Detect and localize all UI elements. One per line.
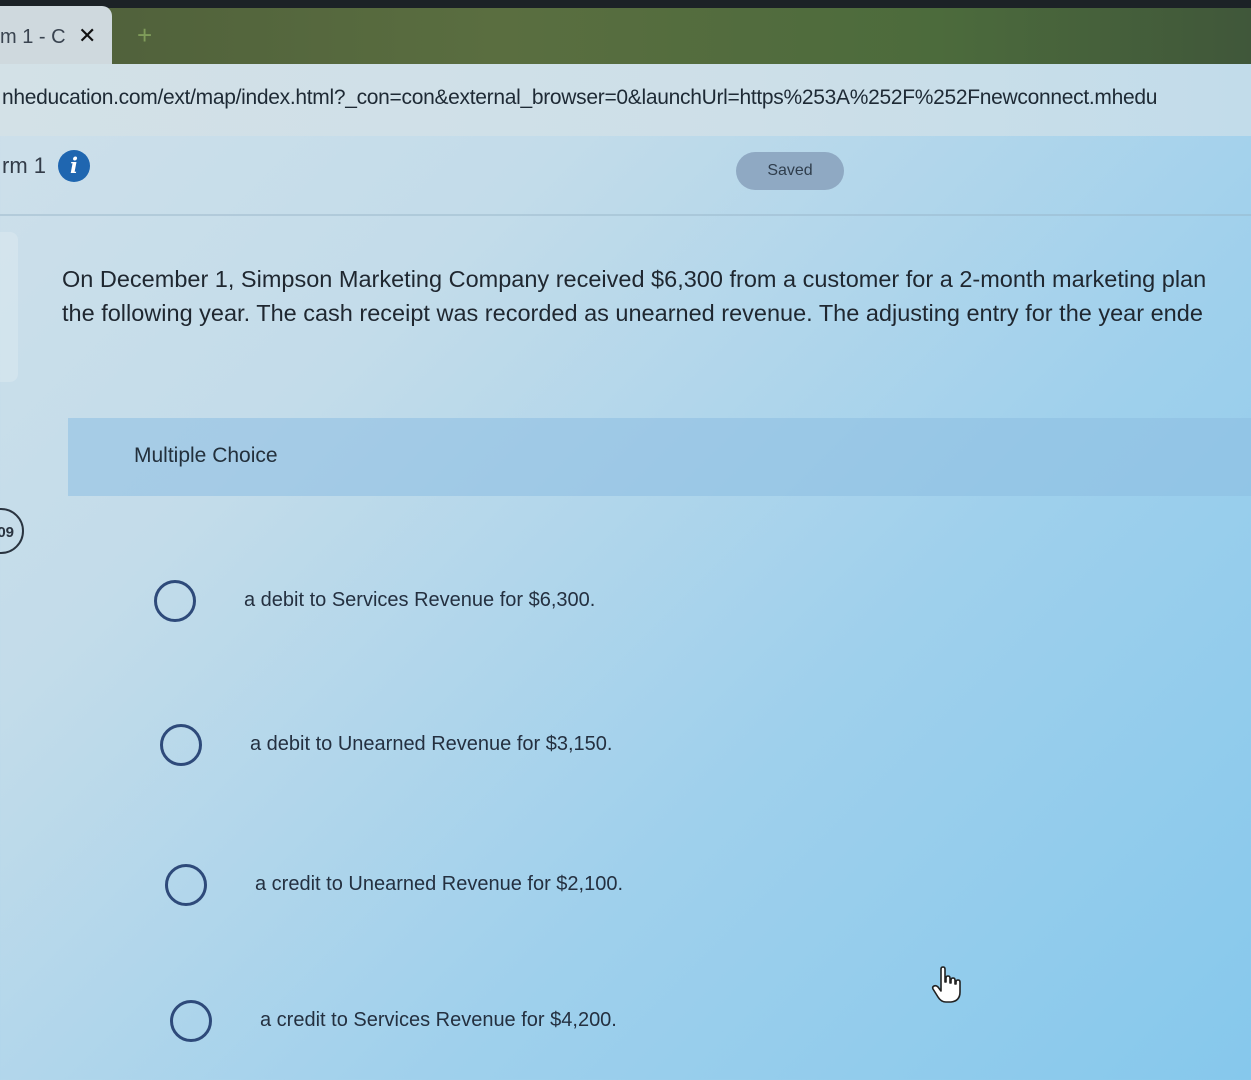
question-type-header: Multiple Choice [68, 418, 1251, 496]
header-divider [0, 214, 1251, 216]
question-line-2: the following year. The cash receipt was… [62, 300, 1203, 326]
radio-button[interactable] [154, 580, 196, 622]
answer-option[interactable]: a credit to Unearned Revenue for $2,100. [165, 864, 865, 912]
browser-tab[interactable]: m 1 - C ✕ [0, 6, 112, 64]
radio-button[interactable] [170, 1000, 212, 1042]
side-panel-edge [0, 232, 18, 382]
question-line-1: On December 1, Simpson Marketing Company… [62, 266, 1207, 292]
radio-button[interactable] [165, 864, 207, 906]
info-icon[interactable]: i [58, 150, 90, 182]
question-prompt: On December 1, Simpson Marketing Company… [62, 262, 1251, 330]
radio-button[interactable] [160, 724, 202, 766]
answer-option-label[interactable]: a credit to Unearned Revenue for $2,100. [255, 873, 623, 896]
saved-status-badge: Saved [736, 152, 844, 190]
close-icon[interactable]: ✕ [78, 25, 96, 47]
answer-option-label[interactable]: a debit to Unearned Revenue for $3,150. [250, 733, 612, 756]
answer-option-label[interactable]: a debit to Services Revenue for $6,300. [244, 589, 595, 612]
quiz-header: rm 1 i Saved [0, 136, 1251, 214]
assignment-title: rm 1 [2, 153, 46, 178]
answer-option[interactable]: a debit to Unearned Revenue for $3,150. [160, 724, 860, 772]
new-tab-icon[interactable]: + [137, 22, 152, 48]
question-type-label: Multiple Choice [134, 444, 278, 467]
browser-tab-strip: m 1 - C ✕ + [0, 0, 1251, 64]
tab-strip-topline [0, 0, 1251, 8]
url-text[interactable]: nheducation.com/ext/map/index.html?_con=… [2, 86, 1157, 110]
answer-option[interactable]: a credit to Services Revenue for $4,200. [170, 1000, 870, 1048]
answer-option[interactable]: a debit to Services Revenue for $6,300. [154, 580, 854, 628]
hand-cursor-icon [931, 966, 961, 1003]
address-bar[interactable]: nheducation.com/ext/map/index.html?_con=… [0, 64, 1251, 136]
question-number-badge[interactable]: 09 [0, 508, 24, 554]
tab-title: m 1 - C [0, 26, 66, 48]
answer-option-label[interactable]: a credit to Services Revenue for $4,200. [260, 1009, 617, 1032]
